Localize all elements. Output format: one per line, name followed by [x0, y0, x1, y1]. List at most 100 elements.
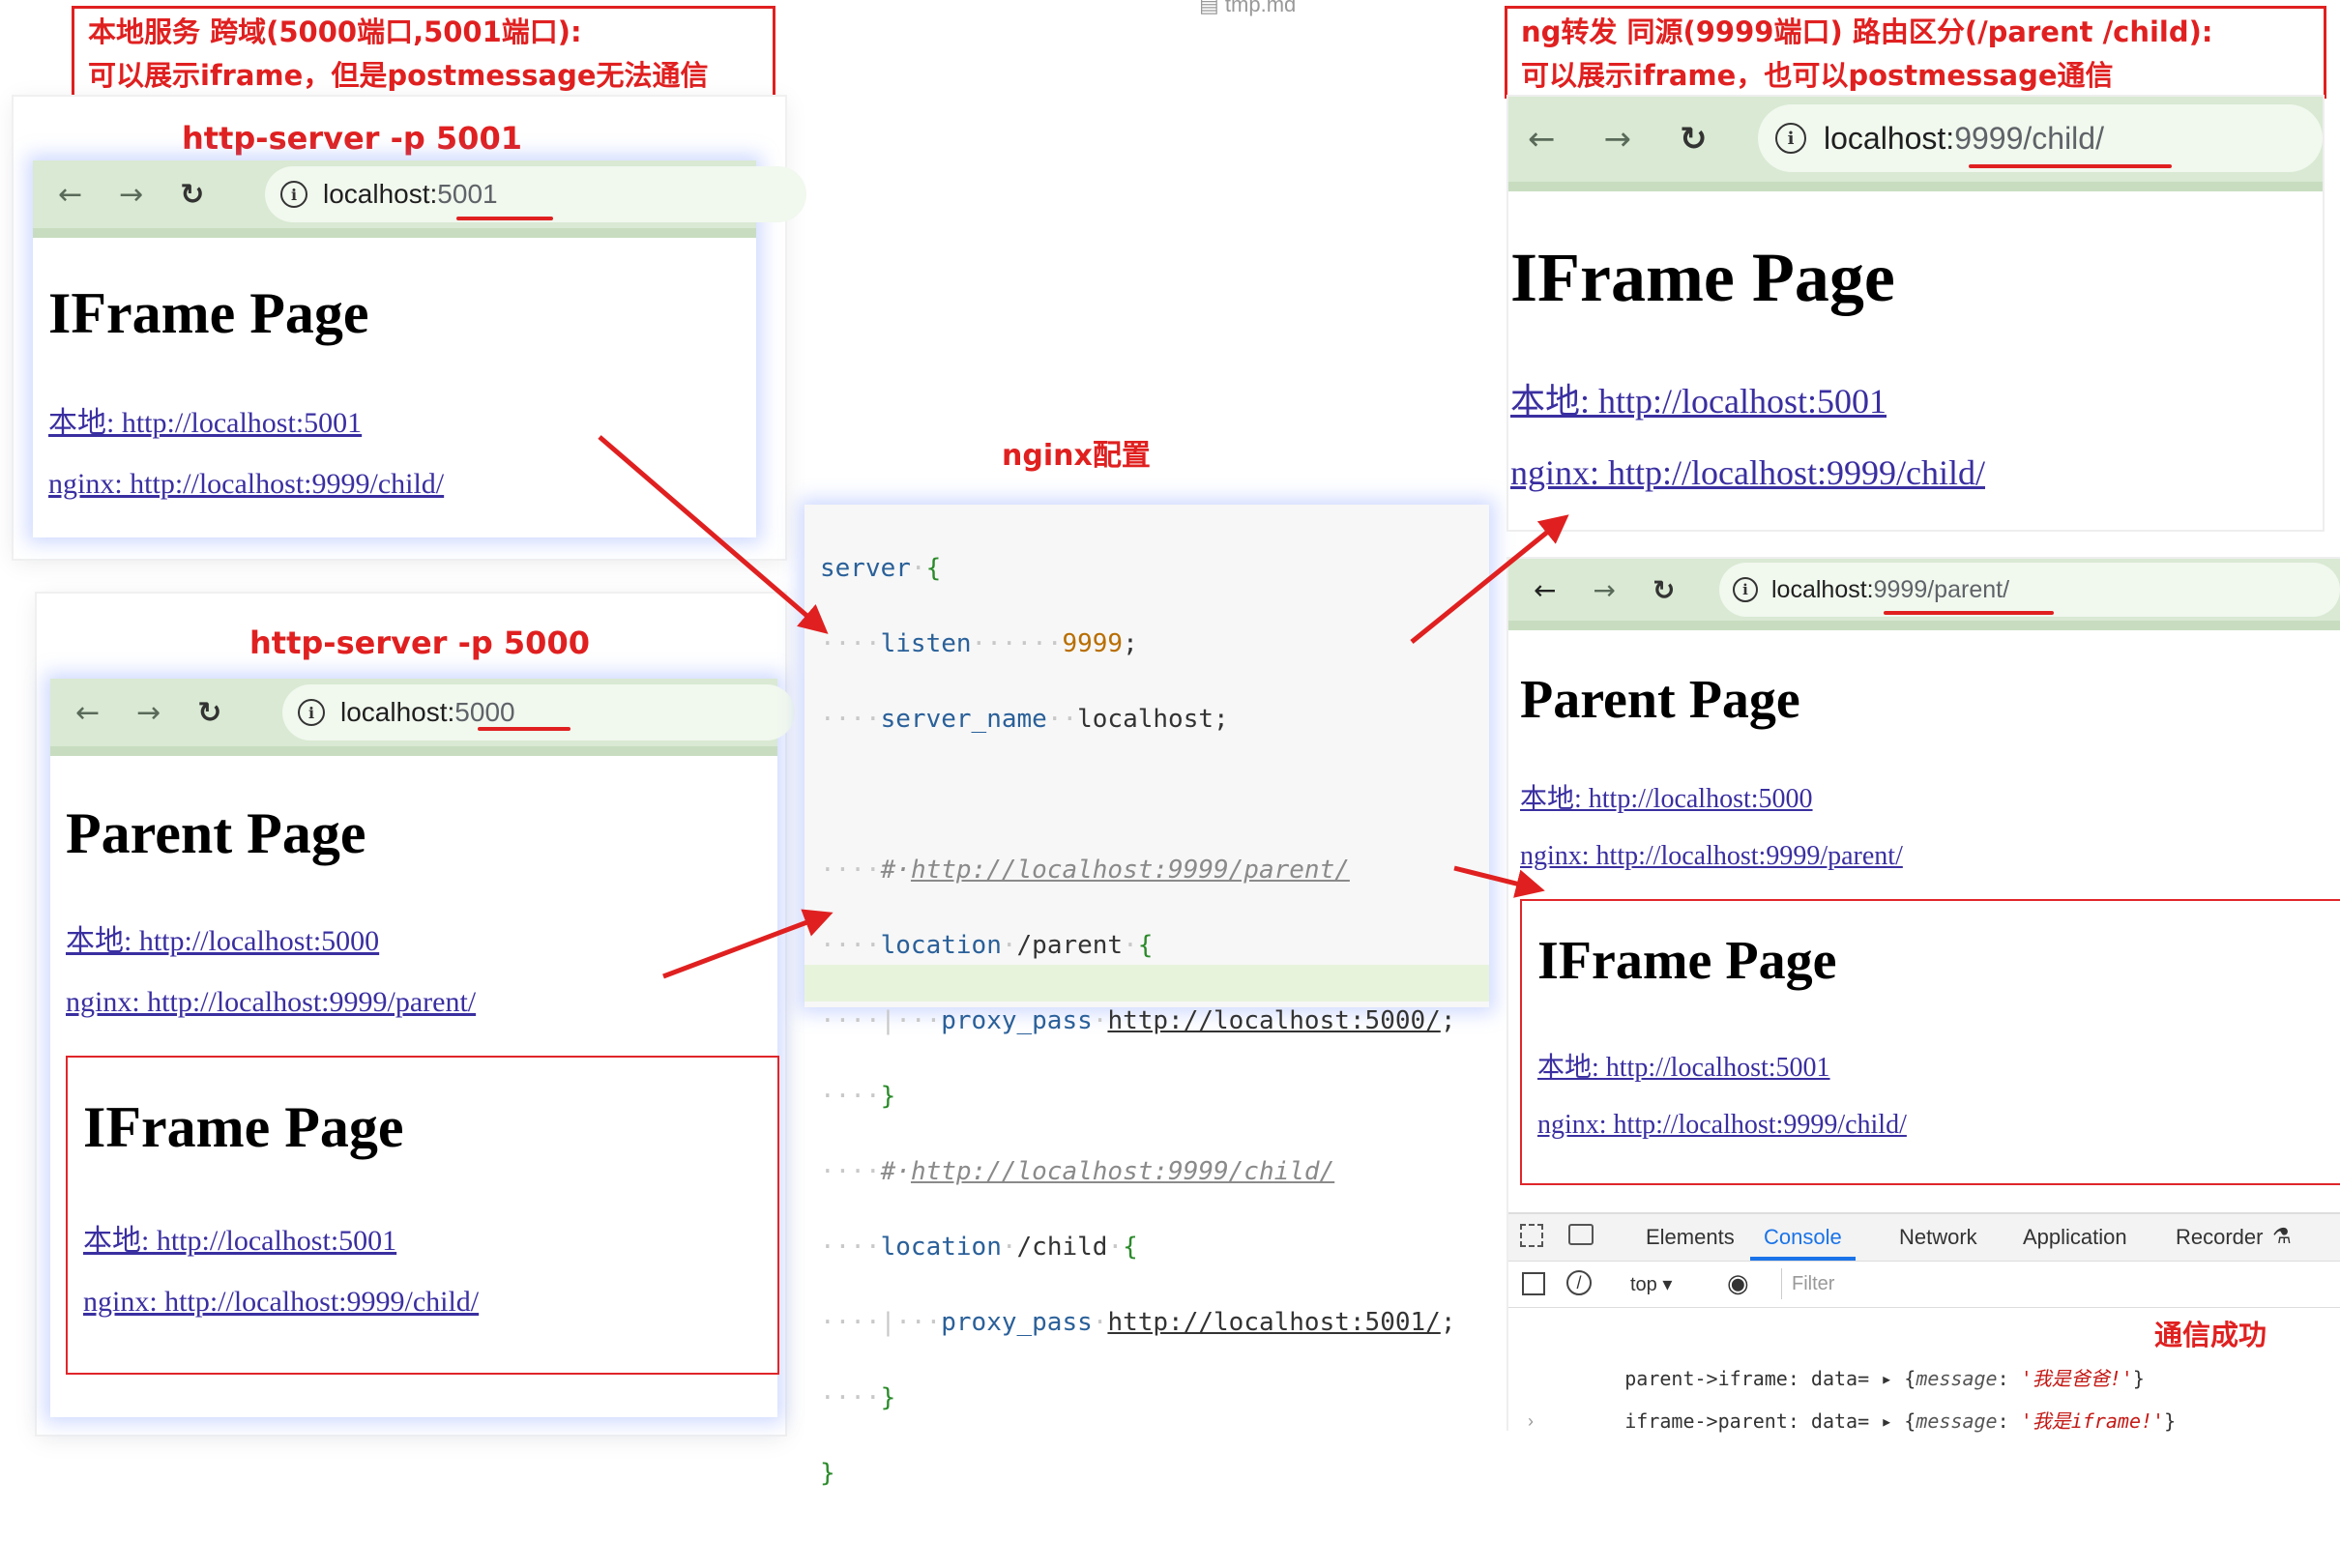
- forward-icon[interactable]: →: [1604, 120, 1632, 159]
- site-info-icon[interactable]: i: [1775, 123, 1806, 154]
- address-bar[interactable]: i localhost: 5001: [265, 166, 806, 222]
- link-local[interactable]: 本地: http://localhost:5000: [1520, 777, 1813, 816]
- iframe-title: IFrame Page: [83, 1095, 404, 1159]
- url-underline: [478, 727, 570, 731]
- address-bar[interactable]: i localhost: 9999/parent/: [1719, 563, 2340, 617]
- devtools-tab-elements[interactable]: Elements: [1646, 1214, 1735, 1261]
- context-selector[interactable]: top ▾: [1630, 1272, 1672, 1296]
- iframe-link-nginx[interactable]: nginx: http://localhost:9999/child/: [83, 1286, 479, 1319]
- back-icon[interactable]: ←: [1528, 120, 1556, 159]
- back-icon[interactable]: ←: [1534, 574, 1556, 606]
- forward-icon[interactable]: →: [136, 696, 161, 730]
- console-message: iframe->parent: data= ▸ {message: '我是ifr…: [1624, 1409, 2177, 1433]
- url-port: 5001: [437, 179, 498, 209]
- reload-icon[interactable]: ↻: [180, 178, 204, 212]
- link-nginx[interactable]: nginx: http://localhost:9999/parent/: [1520, 841, 1903, 872]
- link-nginx[interactable]: nginx: http://localhost:9999/child/: [48, 468, 444, 501]
- iframe-link-local[interactable]: 本地: http://localhost:5001: [83, 1216, 396, 1259]
- left-annotation-line1: 本地服务 跨域(5000端口,5001端口):: [88, 15, 582, 48]
- devtools-tab-console[interactable]: Console: [1750, 1214, 1856, 1261]
- code-line: ····}: [820, 1383, 896, 1412]
- iframe-title: IFrame Page: [1537, 931, 1837, 991]
- devtools-tab-network[interactable]: Network: [1899, 1214, 1977, 1261]
- code-line: ····}: [820, 1082, 896, 1111]
- browser-5001: ← → ↻ i localhost: 5001 IFrame Page 本地: h…: [33, 160, 806, 537]
- iframe-link-local[interactable]: 本地: http://localhost:5001: [1537, 1046, 1830, 1085]
- url-port: 9999/child/: [1954, 120, 2104, 156]
- forward-icon[interactable]: →: [1593, 574, 1615, 606]
- code-line: ····#·http://localhost:9999/parent/: [820, 856, 1350, 885]
- sidebar-toggle-icon[interactable]: [1522, 1272, 1545, 1295]
- device-toolbar-icon[interactable]: [1568, 1224, 1594, 1245]
- address-bar[interactable]: i localhost: 5000: [282, 684, 795, 740]
- browser-toolbar: ← → ↻ i localhost: 5001: [33, 160, 806, 238]
- console-value: '我是iframe!': [2020, 1409, 2165, 1433]
- site-info-icon[interactable]: i: [280, 181, 307, 208]
- devtools-tabbar: Elements Console Network Application Rec…: [1508, 1214, 2340, 1262]
- code-line: ····#·http://localhost:9999/child/: [820, 1157, 1335, 1186]
- iframe-link-nginx[interactable]: nginx: http://localhost:9999/child/: [1537, 1110, 1907, 1141]
- inspect-element-icon[interactable]: [1520, 1224, 1543, 1247]
- url-port: 9999/parent/: [1873, 575, 2010, 603]
- page-title: Parent Page: [66, 801, 366, 865]
- code-line: ····|···proxy_pass·http://localhost:5001…: [820, 1308, 1456, 1337]
- url-host: localhost:: [1771, 575, 1874, 603]
- address-bar[interactable]: i localhost: 9999/child/: [1758, 104, 2323, 172]
- right-annotation-line1: ng转发 同源(9999端口) 路由区分(/parent /child):: [1521, 15, 2213, 48]
- dropdown-arrow-icon: ▾: [1662, 1274, 1673, 1295]
- code-line: ····|···proxy_pass·http://localhost:5000…: [820, 1006, 1456, 1035]
- page-title: IFrame Page: [48, 281, 369, 345]
- reload-icon[interactable]: ↻: [1680, 120, 1708, 159]
- flask-icon: ⚗: [2272, 1224, 2292, 1248]
- code-line: ····listen······9999;: [820, 629, 1138, 658]
- url-port: 5000: [454, 697, 515, 727]
- back-icon[interactable]: ←: [58, 178, 82, 212]
- nginx-config-label: nginx配置: [1002, 439, 1151, 473]
- url-host: localhost:: [340, 697, 455, 727]
- success-label: 通信成功: [2154, 1319, 2267, 1351]
- forward-icon[interactable]: →: [119, 178, 143, 212]
- code-line: ····location·/child·{: [820, 1233, 1138, 1262]
- left-annotation-line2: 可以展示iframe，但是postmessage无法通信: [88, 59, 709, 92]
- reload-icon[interactable]: ↻: [197, 696, 221, 730]
- browser-toolbar: ← → ↻ i localhost: 9999/parent/: [1508, 559, 2340, 630]
- code-line: }: [820, 1459, 835, 1488]
- link-nginx[interactable]: nginx: http://localhost:9999/child/: [1510, 452, 1985, 493]
- clear-console-icon[interactable]: /: [1566, 1270, 1592, 1295]
- embedded-iframe: IFrame Page 本地: http://localhost:5001 ng…: [66, 1056, 779, 1375]
- back-icon[interactable]: ←: [75, 696, 100, 730]
- file-name: tmp.md: [1224, 0, 1297, 16]
- url-host: localhost:: [323, 179, 438, 209]
- console-key: message: [1916, 1409, 1998, 1433]
- eye-icon[interactable]: ◉: [1727, 1268, 1749, 1298]
- link-local[interactable]: 本地: http://localhost:5001: [48, 398, 362, 441]
- embedded-iframe: IFrame Page 本地: http://localhost:5001 ng…: [1520, 899, 2340, 1185]
- devtools-tab-recorder[interactable]: Recorder: [2176, 1214, 2263, 1261]
- reload-icon[interactable]: ↻: [1653, 574, 1675, 606]
- devtools-panel: Elements Console Network Application Rec…: [1508, 1212, 2340, 1433]
- code-line: ····location·/parent·{: [820, 931, 1154, 960]
- code-lines: server·{ ····listen······9999; ····serve…: [820, 512, 1455, 1568]
- filter-input[interactable]: Filter: [1781, 1268, 2333, 1299]
- browser-toolbar: ← → ↻ i localhost: 5000: [50, 679, 795, 756]
- site-info-icon[interactable]: i: [298, 699, 325, 726]
- link-nginx[interactable]: nginx: http://localhost:9999/parent/: [66, 986, 476, 1019]
- code-line: server·{: [820, 554, 942, 583]
- file-tab-label: ▤ tmp.md: [1199, 0, 1296, 17]
- code-line: ····server_name··localhost;: [820, 705, 1229, 734]
- page-title: Parent Page: [1520, 670, 1800, 730]
- link-local[interactable]: 本地: http://localhost:5001: [1510, 373, 1887, 423]
- nginx-config-code: server·{ ····listen······9999; ····serve…: [804, 505, 1489, 1488]
- browser-toolbar: ← → ↻ i localhost: 9999/child/: [1508, 97, 2323, 191]
- console-prefix: iframe->parent: data=: [1624, 1409, 1870, 1433]
- expand-triangle-icon[interactable]: ▸: [1881, 1409, 1892, 1433]
- link-local[interactable]: 本地: http://localhost:5000: [66, 916, 379, 959]
- site-info-icon[interactable]: i: [1733, 577, 1758, 602]
- browser-5000: ← → ↻ i localhost: 5000 Parent Page 本地: h…: [50, 679, 795, 1417]
- devtools-tab-application[interactable]: Application: [2023, 1214, 2127, 1261]
- right-annotation-line2: 可以展示iframe，也可以postmessage通信: [1521, 59, 2114, 92]
- left-annotation: 本地服务 跨域(5000端口,5001端口): 可以展示iframe，但是pos…: [72, 6, 775, 101]
- console-prompt-icon[interactable]: ›: [1528, 1411, 1534, 1432]
- right-annotation: ng转发 同源(9999端口) 路由区分(/parent /child): 可以…: [1505, 6, 2326, 99]
